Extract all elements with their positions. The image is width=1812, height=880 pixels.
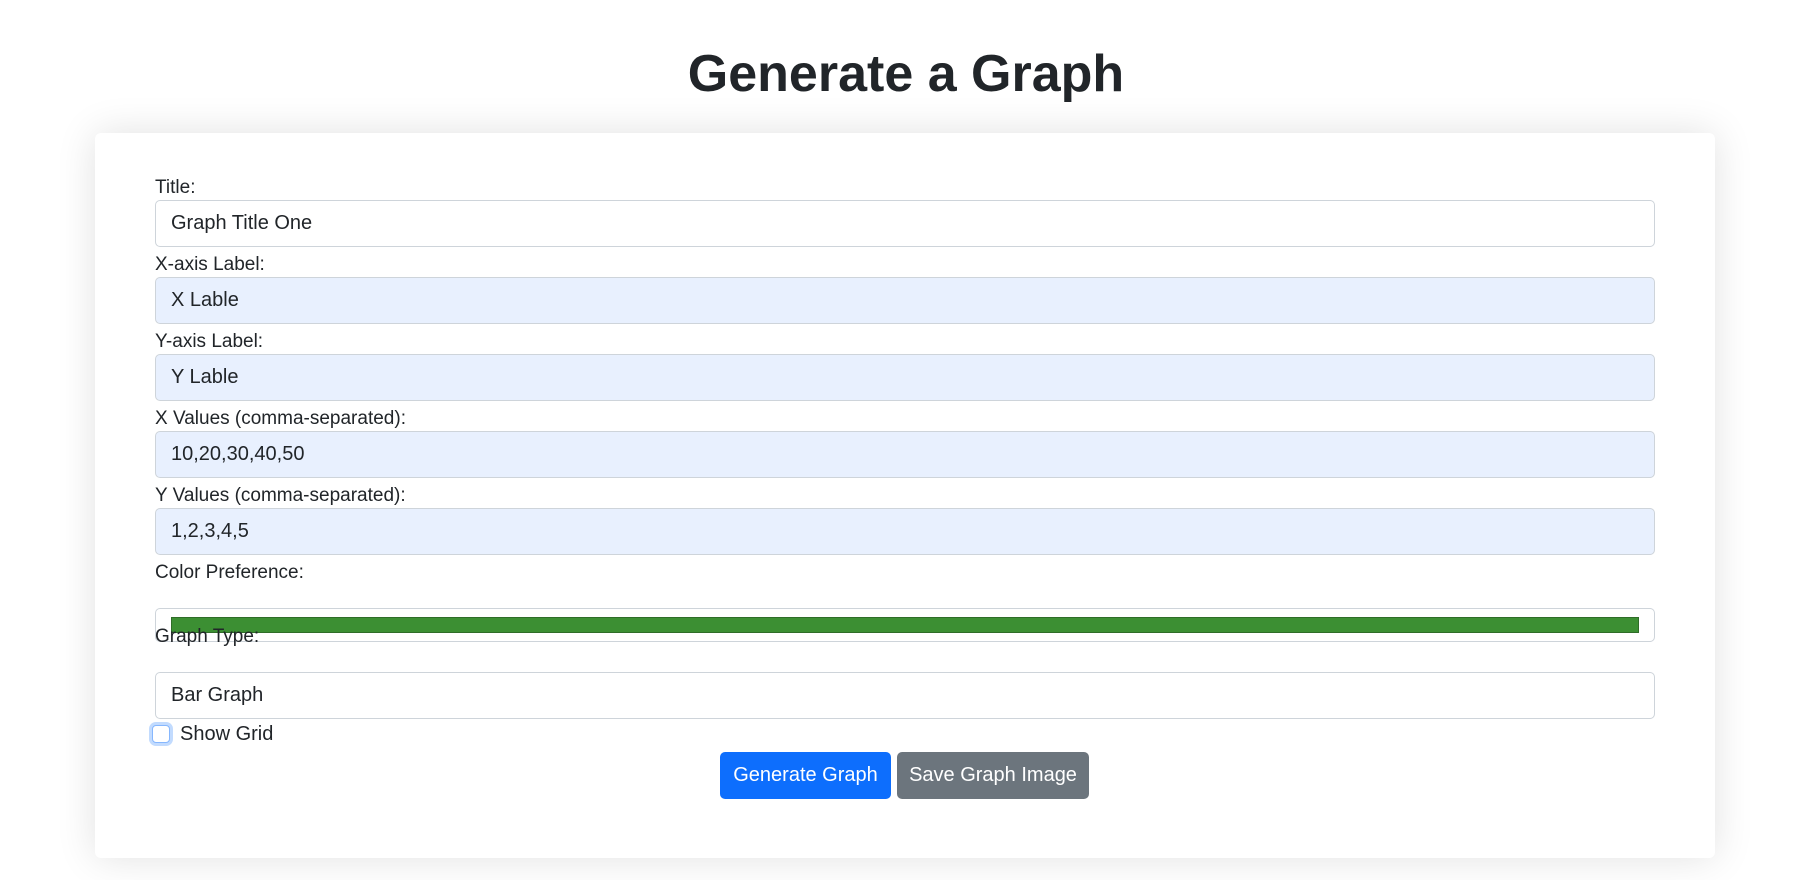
x-values-label: X Values (comma-separated): [155, 408, 406, 429]
x-values-input[interactable] [155, 431, 1655, 478]
show-grid-row: Show Grid [152, 720, 273, 748]
x-axis-label-input[interactable] [155, 277, 1655, 324]
title-label: Title: [155, 177, 196, 198]
y-values-label: Y Values (comma-separated): [155, 485, 406, 506]
color-swatch [171, 617, 1639, 633]
y-values-input[interactable] [155, 508, 1655, 555]
title-input[interactable] [155, 200, 1655, 247]
graph-type-label: Graph Type: [155, 626, 260, 647]
show-grid-checkbox[interactable] [152, 725, 170, 743]
graph-type-select[interactable]: Bar Graph [155, 672, 1655, 719]
color-picker[interactable] [155, 608, 1655, 642]
show-grid-label: Show Grid [180, 722, 274, 745]
color-preference-label: Color Preference: [155, 562, 304, 583]
x-axis-label-label: X-axis Label: [155, 254, 265, 275]
page: Generate a Graph Title: X-axis Label: Y-… [0, 0, 1812, 880]
save-graph-image-button[interactable]: Save Graph Image [897, 752, 1089, 799]
generate-graph-button[interactable]: Generate Graph [720, 752, 891, 799]
y-axis-label-label: Y-axis Label: [155, 331, 264, 352]
page-title: Generate a Graph [687, 45, 1125, 103]
graph-form-card: Title: X-axis Label: Y-axis Label: X Val… [95, 133, 1715, 858]
y-axis-label-input[interactable] [155, 354, 1655, 401]
graph-type-selected-value: Bar Graph [171, 684, 264, 706]
